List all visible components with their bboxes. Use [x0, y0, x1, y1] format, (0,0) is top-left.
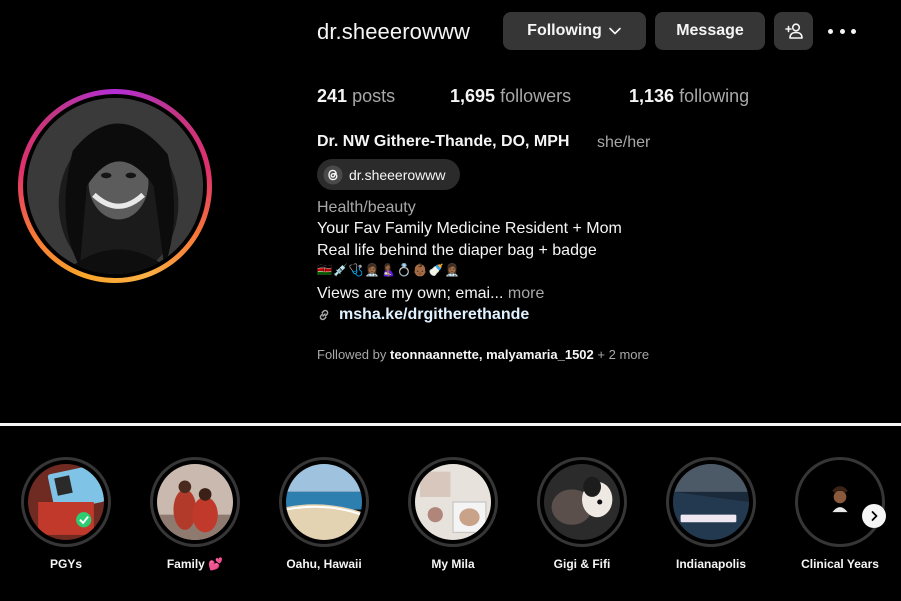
link-icon [319, 309, 329, 321]
highlight-label: Family 💕 [166, 557, 224, 571]
highlight-indianapolis[interactable]: Indianapolis [666, 457, 756, 571]
highlight-ring [795, 457, 885, 547]
profile-avatar[interactable] [18, 89, 212, 283]
highlight-label: Gigi & Fifi [553, 557, 611, 571]
avatar-portrait [27, 98, 203, 274]
highlight-label: PGYs [49, 557, 82, 571]
followed-by[interactable]: Followed by teonnaannette, malyamaria_15… [317, 347, 649, 362]
highlight-cover [802, 464, 878, 540]
more-horizontal-icon[interactable] [828, 21, 856, 41]
bio-more-link[interactable]: more [508, 285, 544, 302]
highlight-gigi-fifi[interactable]: Gigi & Fifi [537, 457, 627, 571]
followers-count[interactable]: 1,695 followers [450, 86, 571, 107]
posts-count-value: 241 [317, 86, 348, 106]
avatar-photo [27, 98, 203, 274]
following-count[interactable]: 1,136 following [629, 86, 749, 107]
profile-pronouns: she/her [597, 134, 651, 151]
highlight-ring [666, 457, 756, 547]
bio-emoji-line: 🇰🇪💉🩺👩🏾‍⚕️🤱🏾💍👶🏾🍼👩🏾‍⚕️ [317, 263, 461, 277]
profile-username: dr.sheeerowww [317, 19, 470, 44]
followed-by-suffix: + 2 more [597, 347, 650, 362]
profile-full-name: Dr. NW Githere-Thande, DO, MPH [317, 133, 570, 150]
posts-count-label: posts [352, 86, 396, 106]
more-dot [839, 28, 845, 34]
section-divider [0, 423, 901, 426]
highlight-label: Oahu, Hawaii [286, 557, 362, 571]
followed-by-names: teonnaannette, malyamaria_1502 [390, 347, 594, 362]
threads-badge[interactable]: dr.sheeerowww [317, 159, 460, 190]
highlight-ring [150, 457, 240, 547]
highlight-ring [408, 457, 498, 547]
bio-line: Your Fav Family Medicine Resident + Mom [317, 220, 622, 237]
following-button-label: Following [527, 22, 602, 39]
highlight-family[interactable]: Family 💕 [150, 457, 240, 571]
highlight-label: Indianapolis [675, 557, 746, 571]
followers-count-label: followers [500, 86, 572, 106]
message-button[interactable]: Message [655, 12, 765, 50]
avatar-border [23, 94, 207, 278]
highlight-ring [21, 457, 111, 547]
threads-handle: dr.sheeerowww [349, 166, 446, 183]
highlight-cover [415, 464, 491, 540]
highlight-label: Clinical Years [801, 557, 879, 571]
chevron-right-icon [871, 511, 878, 521]
highlight-cover [544, 464, 620, 540]
highlight-cover [28, 464, 104, 540]
following-button[interactable]: Following [503, 12, 646, 50]
more-dot [851, 28, 856, 34]
highlight-ring [279, 457, 369, 547]
highlight-ring [537, 457, 627, 547]
profile-category: Health/beauty [317, 199, 416, 216]
followed-by-prefix: Followed by [317, 347, 387, 362]
highlight-cover [157, 464, 233, 540]
more-dot [828, 28, 833, 34]
message-button-label: Message [676, 22, 744, 39]
following-count-value: 1,136 [629, 86, 675, 106]
highlight-label: My Mila [431, 557, 475, 571]
highlight-my-mila[interactable]: My Mila [408, 457, 498, 571]
followers-count-value: 1,695 [450, 86, 496, 106]
bio-line: Real life behind the diaper bag + badge [317, 242, 597, 259]
profile-link[interactable]: msha.ke/drgitherethande [317, 306, 529, 324]
following-count-label: following [679, 86, 750, 106]
profile-link-text: msha.ke/drgitherethande [339, 306, 530, 323]
highlight-cover [673, 464, 749, 540]
suggested-users-button[interactable] [774, 12, 813, 50]
highlight-cover [286, 464, 362, 540]
posts-count: 241 posts [317, 86, 395, 107]
bio-truncated-line: Views are my own; emai... more [317, 285, 544, 303]
highlight-pgys[interactable]: PGYs [21, 457, 111, 571]
highlight-oahu-hawaii[interactable]: Oahu, Hawaii [279, 457, 369, 571]
add-user-icon [784, 23, 803, 39]
bio-truncated-text: Views are my own; emai... [317, 285, 504, 302]
chevron-down-icon [609, 27, 621, 35]
threads-icon [323, 165, 343, 184]
highlights-next-button[interactable] [862, 504, 886, 528]
